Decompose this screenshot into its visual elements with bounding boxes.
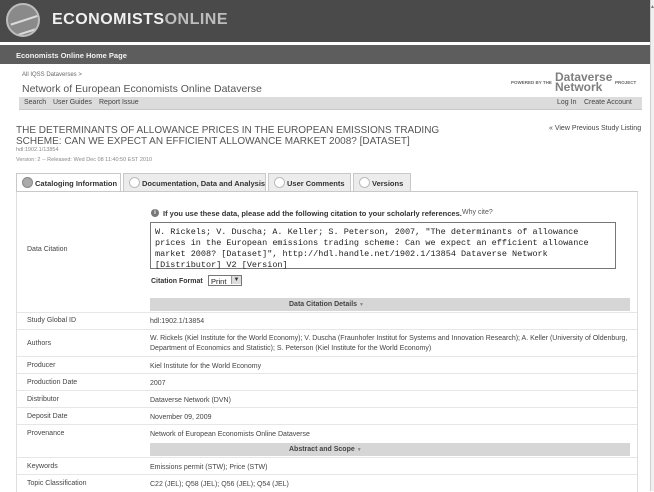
tab-label: Versions [372,179,404,188]
nav-log-in-link[interactable]: Log In [557,99,576,106]
abstract-value: Emissions permit (STW); Price (STW) [150,464,268,471]
row-divider [17,390,637,391]
detail-value: hdl:1902.1/13854 [150,318,205,325]
radio-icon [274,177,285,188]
view-previous-study-link[interactable]: « View Previous Study Listing [549,125,641,132]
row-divider [17,329,637,330]
abstract-and-scope-title[interactable]: Abstract and Scope ▼ [289,446,362,453]
detail-value: 2007 [150,380,166,387]
data-citation-details-title[interactable]: Data Citation Details ▼ [289,301,364,308]
abstract-value: C22 (JEL); Q58 (JEL); Q56 (JEL); Q54 (JE… [150,481,289,488]
row-divider [17,356,637,357]
nav-create-account-link[interactable]: Create Account [584,99,632,106]
vertical-scrollbar[interactable] [650,0,654,491]
why-cite-link[interactable]: Why cite? [462,209,493,216]
tab-label: Documentation, Data and Analysis [142,179,266,188]
citation-text[interactable]: W. Rickels; V. Duscha; A. Keller; S. Pet… [155,227,613,271]
study-version: Version: 2 -- Released: Wed Dec 08 11:40… [16,157,153,163]
row-divider [17,474,637,475]
logo-text-part-a: ECONOMISTS [52,11,165,28]
detail-label: Provenance [27,430,65,437]
site-logo-text[interactable]: ECONOMISTSONLINE [52,11,228,29]
logo-text-part-b: ONLINE [164,11,229,28]
toggle-arrow-icon[interactable]: ▼ [359,302,364,308]
study-handle: hdl:1902.1/13854 [16,147,59,153]
data-citation-label: Data Citation [27,246,68,253]
citation-format-label: Citation Format [151,278,203,285]
tab-label: User Comments [287,179,345,188]
nav-report-issue-link[interactable]: Report Issue [99,99,139,106]
nav-search-link[interactable]: Search [24,99,46,106]
citation-note: If you use these data, please add the fo… [163,209,462,218]
study-title: THE DETERMINANTS OF ALLOWANCE PRICES IN … [16,125,440,147]
row-divider [17,407,637,408]
tab-user-comments[interactable]: User Comments [268,173,351,191]
detail-label: Authors [27,340,52,347]
detail-label: Production Date [27,379,78,386]
detail-value: Kiel Institute for the World Economy [150,363,262,370]
detail-value: W. Rickels (Kiel Institute for the World… [150,335,628,352]
powered-by-label: POWERED BY THE [511,80,552,85]
breadcrumb[interactable]: All IQSS Dataverses > [22,72,82,78]
row-divider [17,312,637,313]
detail-value: Dataverse Network (DVN) [150,397,231,404]
section-title-text: Abstract and Scope [289,446,355,453]
tab-versions[interactable]: Versions [353,173,411,191]
tab-documentation-data-analysis[interactable]: Documentation, Data and Analysis [123,173,266,191]
tab-label: Cataloging Information [35,179,118,188]
radio-icon [359,177,370,188]
toggle-arrow-icon[interactable]: ▼ [357,447,362,453]
scroll-up-arrow-icon[interactable]: ▲ [650,4,654,10]
data-citation-details-header[interactable] [150,298,630,311]
section-title-text: Data Citation Details [289,301,358,308]
radio-icon [22,177,33,188]
abstract-label: Keywords [27,463,58,470]
home-page-link[interactable]: Economists Online Home Page [16,51,127,60]
citation-format-value[interactable]: Print [211,277,226,286]
detail-label: Distributor [27,396,59,403]
row-divider [17,424,637,425]
project-label: PROJECT [615,80,637,85]
economists-online-logo-icon[interactable] [6,3,40,37]
detail-label: Producer [27,362,56,369]
nav-user-guides-link[interactable]: User Guides [53,99,92,106]
abstract-and-scope-header[interactable] [150,443,630,456]
radio-icon [129,177,140,188]
info-icon: i [151,209,159,217]
detail-label: Deposit Date [27,413,68,420]
dataverse-network-logo[interactable]: Dataverse Network [555,71,612,93]
detail-value: November 09, 2009 [150,414,212,421]
tab-cataloging-information[interactable]: Cataloging Information [16,173,121,192]
row-divider [17,457,637,458]
chevron-down-icon[interactable]: ▼ [231,276,241,284]
abstract-label: Topic Classification [27,480,87,487]
detail-value[interactable]: Network of European Economists Online Da… [150,430,635,440]
detail-label: Study Global ID [27,317,77,324]
dataverse-title[interactable]: Network of European Economists Online Da… [22,83,262,95]
row-divider [17,373,637,374]
